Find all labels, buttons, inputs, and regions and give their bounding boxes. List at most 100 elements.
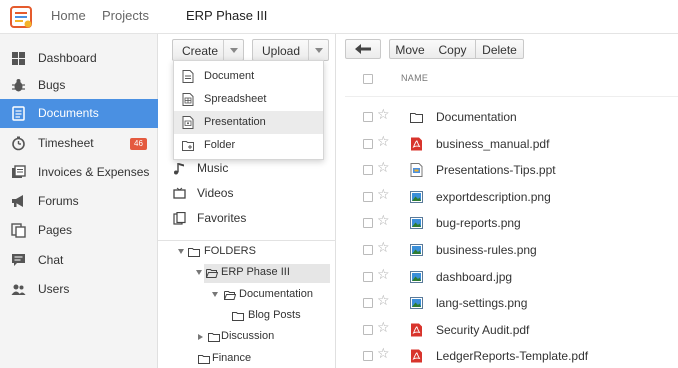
file-name[interactable]: lang-settings.png [436,296,527,310]
sidebar: Dashboard Bugs Documents Timesheet 46 In… [0,34,158,368]
library-item-label: Favorites [197,211,247,225]
file-row[interactable]: ☆ business-rules.png [345,237,678,263]
row-checkbox[interactable] [363,218,373,229]
tree-node-label: Finance [212,352,252,364]
sidebar-item-label: Forums [38,194,79,208]
sidebar-item-users[interactable]: Users [0,275,158,304]
row-checkbox[interactable] [363,165,373,176]
file-row[interactable]: ☆ Presentations-Tips.ppt [345,157,678,183]
sidebar-item-pages[interactable]: Pages [0,216,158,245]
file-name[interactable]: exportdescription.png [436,190,551,204]
file-row[interactable]: ☆ Security Audit.pdf [345,317,678,343]
file-row[interactable]: ☆ dashboard.jpg [345,264,678,290]
tree-node-finance[interactable]: Finance [196,350,330,368]
menu-item-document[interactable]: Document [174,65,323,88]
row-checkbox[interactable] [363,138,373,149]
select-all-checkbox[interactable] [363,74,373,84]
row-checkbox[interactable] [363,245,373,255]
folder-icon [188,248,200,257]
sidebar-item-chat[interactable]: Chat [0,246,158,275]
upload-button[interactable]: Upload [252,39,329,61]
star-icon[interactable]: ☆ [377,213,390,229]
spreadsheet-icon [182,93,194,106]
delete-button[interactable]: Delete [476,39,524,59]
sidebar-item-label: Bugs [38,78,66,92]
star-icon[interactable]: ☆ [377,160,390,176]
sidebar-item-dashboard[interactable]: Dashboard [0,44,158,73]
sidebar-item-forums[interactable]: Forums [0,187,158,216]
header-divider [345,96,678,97]
row-checkbox[interactable] [363,298,373,309]
file-row[interactable]: ☆ bug-reports.png [345,210,678,236]
copy-button[interactable]: Copy [430,39,476,59]
tree-node-discussion[interactable]: Discussion [196,328,330,347]
menu-item-spreadsheet[interactable]: Spreadsheet [174,88,323,111]
invoice-icon [12,165,26,178]
folder-icon [208,333,220,342]
file-row[interactable]: ☆ exportdescription.png [345,184,678,210]
star-icon[interactable]: ☆ [377,134,390,150]
expand-toggle-icon[interactable] [178,249,184,254]
tree-node-erp-phase-iii[interactable]: ERP Phase III [196,264,330,283]
pages-icon [11,223,26,238]
sidebar-item-bugs[interactable]: Bugs [0,71,158,100]
file-name[interactable]: business_manual.pdf [436,137,549,151]
expand-toggle-icon[interactable] [196,270,202,275]
row-checkbox[interactable] [363,324,373,335]
menu-item-presentation[interactable]: Presentation [174,111,323,134]
tree-node-label: Blog Posts [248,309,301,321]
tree-root-folders[interactable]: FOLDERS [176,243,326,262]
expand-toggle-icon[interactable] [198,334,203,340]
folder-icon [182,141,194,151]
name-column-header[interactable]: NAME [401,73,428,83]
menu-item-folder[interactable]: Folder [174,134,323,157]
row-checkbox[interactable] [363,112,373,122]
file-name[interactable]: LedgerReports-Template.pdf [436,349,588,363]
row-checkbox[interactable] [363,191,373,202]
tree-node-documentation[interactable]: Documentation [212,286,332,305]
file-row[interactable]: ☆ LedgerReports-Template.pdf [345,343,678,368]
tree-node-blog-posts[interactable]: Blog Posts [230,307,330,326]
folder-open-icon [224,291,236,300]
app-logo-icon[interactable] [8,4,34,30]
sidebar-item-label: Pages [38,223,73,237]
sidebar-item-label: Users [38,282,70,296]
file-name[interactable]: Presentations-Tips.ppt [436,163,556,177]
star-icon[interactable]: ☆ [377,267,390,283]
file-name[interactable]: Security Audit.pdf [436,323,529,337]
project-title: ERP Phase III [186,8,268,23]
file-row[interactable]: ☆ business_manual.pdf [345,131,678,157]
sidebar-item-invoices[interactable]: Invoices & Expenses [0,158,158,187]
folder-icon [410,110,423,124]
tree-node-label: ERP Phase III [221,266,290,278]
file-name[interactable]: bug-reports.png [436,216,521,230]
star-icon[interactable]: ☆ [377,240,390,256]
star-icon[interactable]: ☆ [377,320,390,336]
sidebar-item-timesheet[interactable]: Timesheet 46 [0,129,158,158]
row-checkbox[interactable] [363,271,373,282]
create-button[interactable]: Create [172,39,244,61]
tree-node-label: Documentation [239,288,313,300]
chevron-down-icon[interactable] [308,40,328,60]
sidebar-item-documents[interactable]: Documents [0,99,158,128]
image-icon [410,190,423,204]
star-icon[interactable]: ☆ [377,346,390,362]
star-icon[interactable]: ☆ [377,293,390,309]
library-item-label: Videos [197,186,234,200]
move-button[interactable]: Move [389,39,431,59]
file-row[interactable]: ☆ lang-settings.png [345,290,678,316]
file-name[interactable]: dashboard.jpg [436,270,512,284]
nav-projects-link[interactable]: Projects [102,8,149,23]
file-name[interactable]: business-rules.png [436,243,537,257]
move-button-label: Move [395,43,425,57]
folder-icon [232,312,244,321]
row-checkbox[interactable] [363,351,373,362]
chevron-down-icon[interactable] [223,40,243,60]
file-name[interactable]: Documentation [436,110,517,124]
star-icon[interactable]: ☆ [377,107,390,123]
back-button[interactable] [345,39,381,59]
file-row[interactable]: ☆ Documentation [345,104,678,130]
nav-home-link[interactable]: Home [51,8,86,23]
star-icon[interactable]: ☆ [377,187,390,203]
expand-toggle-icon[interactable] [212,292,218,297]
